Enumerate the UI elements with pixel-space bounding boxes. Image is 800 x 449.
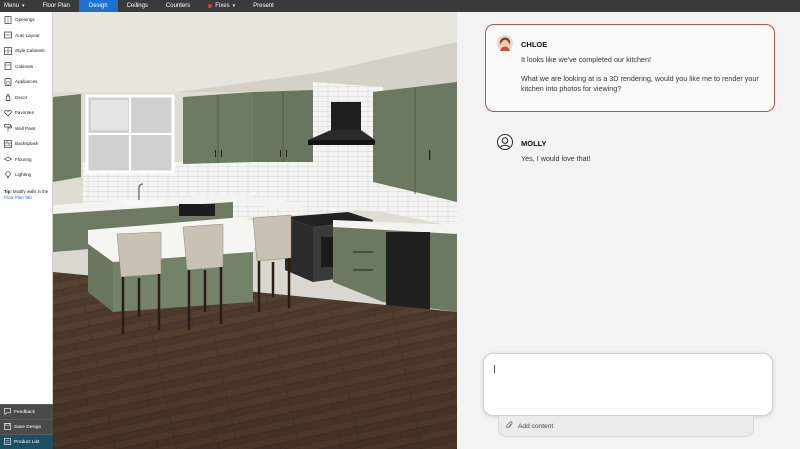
sidebar-item-appliances[interactable]: Appliances — [0, 74, 52, 90]
tip-text: Modify walls in the — [11, 188, 49, 194]
sidebar-item-decor[interactable]: Decor — [0, 90, 52, 106]
save-icon — [4, 422, 11, 432]
add-content-label: Add content — [518, 422, 554, 430]
add-content-button[interactable]: Add content — [498, 416, 754, 437]
save-design-button[interactable]: Save Design — [0, 419, 53, 434]
list-icon — [4, 437, 11, 447]
menu-label: Menu — [4, 3, 20, 9]
tab-label: Ceilings — [126, 3, 148, 9]
feedback-label: Feedback — [14, 409, 36, 415]
message-text: What we are looking at is a 3D rendering… — [521, 73, 759, 94]
sidebar-item-label: Openings — [15, 17, 35, 23]
alert-badge — [208, 4, 213, 8]
openings-icon — [3, 15, 12, 24]
sidebar-item-auto-layout[interactable]: Auto Layout — [0, 28, 52, 44]
sidebar-tip: Tip: Modify walls in the Floor Plan Tab — [0, 183, 52, 201]
floor-plan-tab-link[interactable]: Floor Plan Tab — [4, 195, 32, 200]
tab-present[interactable]: Present — [244, 0, 283, 12]
top-nav-bar: Menu ▾ Floor Plan Design Ceilings Counte… — [0, 0, 800, 12]
sidebar-item-cabinets[interactable]: Cabinets — [0, 59, 52, 75]
tab-floor-plan[interactable]: Floor Plan — [34, 0, 79, 12]
sidebar-item-label: Appliances — [15, 79, 38, 85]
3d-kitchen-viewport[interactable] — [53, 12, 457, 449]
sender-name: MOLLY — [521, 139, 547, 148]
chevron-down-icon: ▾ — [232, 3, 236, 9]
flooring-icon — [3, 155, 12, 164]
avatar — [497, 35, 513, 51]
message-compose-box[interactable] — [483, 353, 773, 416]
sidebar-bottom-actions: Feedback Save Design Product List — [0, 404, 53, 449]
tab-label: Fixes — [215, 3, 230, 9]
message-input[interactable] — [494, 362, 764, 376]
heart-icon — [3, 108, 12, 117]
tab-ceilings[interactable]: Ceilings — [118, 0, 157, 12]
sidebar-item-wall-paint[interactable]: Wall Paint — [0, 121, 52, 137]
sidebar-item-label: Decor — [15, 94, 28, 100]
chevron-down-icon: ▾ — [22, 3, 25, 9]
sidebar-item-label: Backsplash — [15, 141, 39, 147]
product-list-label: Product List — [14, 439, 40, 445]
decor-icon — [3, 93, 12, 102]
sidebar-item-label: Favorites — [15, 110, 34, 116]
message-text: Yes, I would love that! — [521, 154, 591, 163]
tab-label: Design — [88, 3, 108, 9]
kitchen-3d-rendering — [53, 12, 457, 449]
sidebar-item-favorites[interactable]: Favorites — [0, 105, 52, 121]
save-design-label: Save Design — [14, 424, 42, 430]
tab-counters[interactable]: Counters — [157, 0, 199, 12]
tab-label: Counters — [165, 3, 191, 9]
sidebar-item-label: Auto Layout — [15, 32, 40, 38]
feedback-icon — [4, 407, 11, 417]
appliances-icon — [3, 77, 12, 86]
tab-design[interactable]: Design — [78, 0, 118, 12]
sidebar-item-label: Lighting — [15, 172, 32, 178]
sidebar-item-style-cabinets[interactable]: Style Cabinets — [0, 43, 52, 59]
sidebar-item-lighting[interactable]: Lighting — [0, 167, 52, 183]
lightbulb-icon — [3, 170, 12, 179]
sidebar-item-label: Style Cabinets — [15, 48, 45, 54]
sidebar-item-label: Cabinets — [15, 63, 34, 69]
auto-layout-icon — [3, 31, 12, 40]
sidebar-item-backsplash[interactable]: Backsplash — [0, 136, 52, 152]
chat-message-chloe: CHLOE It looks like we've completed our … — [485, 24, 775, 112]
sender-name: CHLOE — [521, 40, 548, 49]
feedback-button[interactable]: Feedback — [0, 404, 53, 419]
design-sidebar: Openings Auto Layout Style Cabinets Cabi… — [0, 12, 53, 449]
message-text: It looks like we've completed our kitche… — [521, 55, 652, 64]
sidebar-item-label: Flooring — [15, 156, 32, 162]
tab-label: Present — [253, 3, 274, 9]
chat-message-molly: MOLLY Yes, I would love that! — [497, 134, 767, 165]
tab-label: Floor Plan — [42, 3, 70, 9]
style-cabinets-icon — [3, 46, 12, 55]
menu-button[interactable]: Menu ▾ — [0, 0, 34, 12]
product-list-button[interactable]: Product List — [0, 434, 53, 449]
sidebar-item-flooring[interactable]: Flooring — [0, 152, 52, 168]
avatar — [497, 134, 513, 150]
backsplash-icon — [3, 139, 12, 148]
sidebar-item-label: Wall Paint — [15, 125, 36, 131]
sidebar-item-openings[interactable]: Openings — [0, 12, 52, 28]
cabinets-icon — [3, 62, 12, 71]
assistant-chat-panel: CHLOE It looks like we've completed our … — [457, 12, 800, 449]
tab-fixes[interactable]: Fixes ▾ — [199, 0, 244, 12]
tip-prefix: Tip: — [4, 188, 12, 194]
paint-roller-icon — [3, 124, 12, 133]
paperclip-icon — [506, 421, 513, 431]
